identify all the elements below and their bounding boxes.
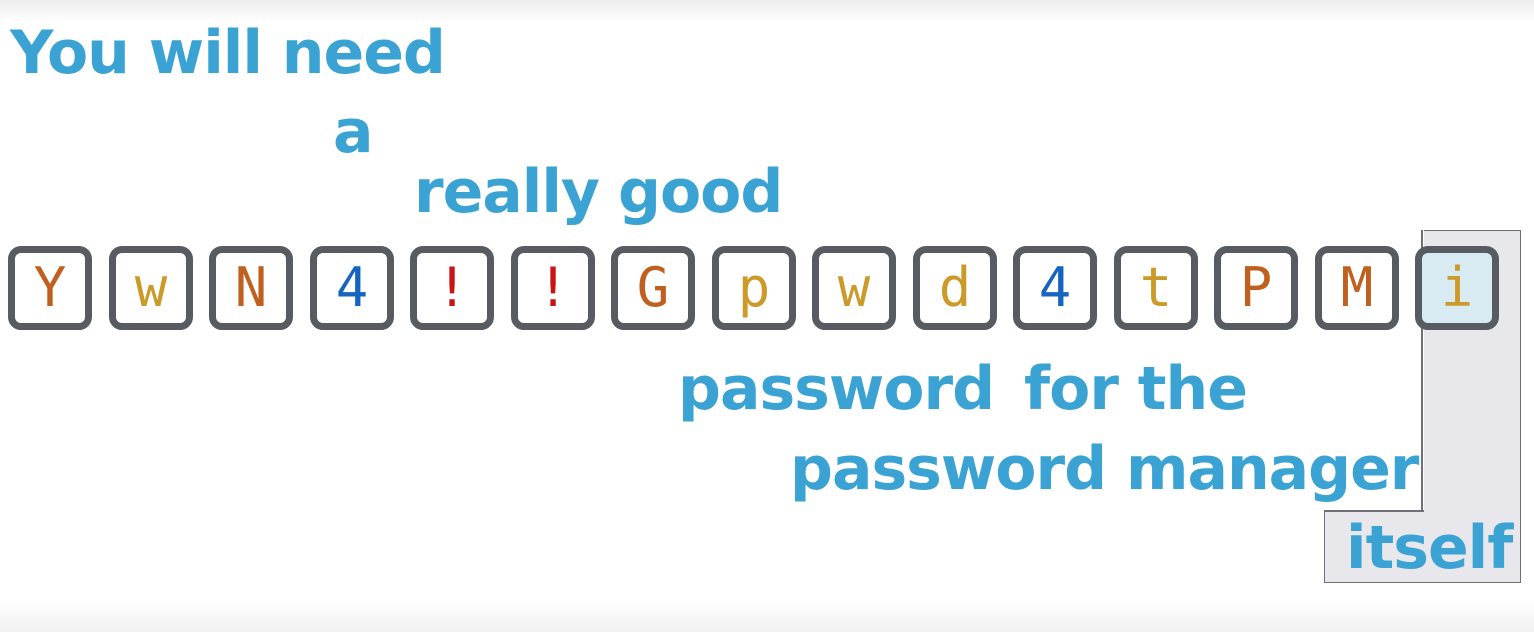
password-tile: N — [209, 246, 293, 330]
password-tile: G — [611, 246, 695, 330]
password-char: 4 — [335, 256, 369, 319]
phrase-a: a — [333, 97, 373, 167]
phrase-really: really — [414, 157, 600, 227]
password-tile: Y — [8, 246, 92, 330]
phrase-password-manager: password manager — [790, 434, 1419, 504]
password-char: Y — [33, 256, 67, 319]
password-char: ! — [536, 256, 570, 319]
phrase-for-the: for the — [1024, 354, 1248, 424]
password-tile: P — [1214, 246, 1298, 330]
password-tile: d — [913, 246, 997, 330]
password-char: w — [134, 256, 168, 319]
password-tile: ! — [511, 246, 595, 330]
password-char: P — [1239, 256, 1273, 319]
password-char: 4 — [1038, 256, 1072, 319]
phrase-good: good — [618, 157, 783, 227]
password-tile: p — [712, 246, 796, 330]
password-tile: 4 — [310, 246, 394, 330]
password-char: t — [1139, 256, 1173, 319]
password-char: d — [938, 256, 972, 319]
phrase-itself: itself — [1346, 513, 1513, 583]
password-char: G — [636, 256, 670, 319]
highlight-box-edge — [1324, 510, 1424, 512]
password-tile: t — [1114, 246, 1198, 330]
password-tile: w — [109, 246, 193, 330]
phrase-you-will-need: You will need — [10, 18, 446, 88]
phrase-password: password — [678, 354, 995, 424]
password-tile: ! — [410, 246, 494, 330]
password-char: i — [1440, 256, 1474, 319]
password-char: N — [234, 256, 268, 319]
password-char: ! — [435, 256, 469, 319]
password-tile: w — [812, 246, 896, 330]
password-tile: i — [1415, 246, 1499, 330]
password-char: w — [837, 256, 871, 319]
password-tile: 4 — [1013, 246, 1097, 330]
password-char: M — [1340, 256, 1374, 319]
password-tile: M — [1315, 246, 1399, 330]
password-char: p — [737, 256, 771, 319]
